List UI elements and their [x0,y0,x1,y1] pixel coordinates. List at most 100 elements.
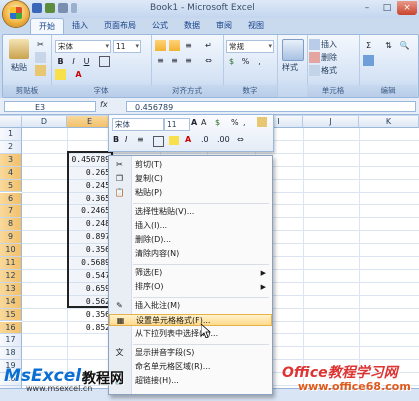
number-format-select[interactable]: 常规 [226,40,274,53]
menu-item-9[interactable]: ✎ 插入批注(M) [109,300,272,312]
styles-button-label[interactable]: 样式 [282,62,298,73]
mini-merge-icon[interactable]: ⇔ [237,135,244,144]
tab-review[interactable]: 审阅 [208,18,240,34]
cell-e16[interactable]: 0.852 [68,322,112,335]
menu-item-6[interactable]: 清除内容(N) [109,248,272,260]
column-header-k[interactable]: K [359,116,419,128]
mini-italic-button[interactable]: I [125,135,127,144]
format-painter-icon[interactable] [35,65,46,76]
cell-e5[interactable]: 0.245 [68,180,112,193]
border-icon[interactable] [99,56,110,67]
menu-item-1[interactable]: ❐ 复制(C) [109,173,272,185]
row-header-7[interactable]: 7 [0,205,22,219]
font-name-select[interactable]: 宋体 [55,40,111,53]
cell-e11[interactable]: 0.5689 [68,257,112,270]
row-header-13[interactable]: 13 [0,282,22,296]
row-header-15[interactable]: 15 [0,308,22,322]
insert-cells-button[interactable]: 插入 [321,39,337,50]
cell-e4[interactable]: 0.265 [68,167,112,180]
row-header-18[interactable]: 18 [0,347,22,361]
menu-item-10[interactable]: ▦ 设置单元格格式(F)... [109,314,272,326]
cell-e12[interactable]: 0.547 [68,270,112,283]
align-top-icon[interactable] [155,40,166,51]
autosum-icon[interactable]: Σ [363,40,374,51]
percent-button[interactable]: % [240,56,251,67]
formula-input[interactable]: 0.456789 [126,101,416,112]
menu-item-7[interactable]: 筛选(E) ▶ [109,267,272,279]
row-header-2[interactable]: 2 [0,140,22,154]
styles-icon[interactable] [282,39,304,61]
bold-button[interactable]: B [55,56,66,67]
menu-item-2[interactable]: 📋 粘贴(P) [109,187,272,199]
menu-item-13[interactable]: 命名单元格区域(R)... [109,361,272,373]
mini-bold-button[interactable]: B [113,135,119,144]
fill-icon[interactable] [363,55,374,66]
row-header-9[interactable]: 9 [0,231,22,245]
mini-size-select[interactable]: 11 [164,118,190,131]
minimize-button[interactable]: – [357,1,377,15]
cell-e15[interactable]: 0.356 [68,309,112,322]
save-icon[interactable] [32,3,42,13]
font-size-select[interactable]: 11 [113,40,141,53]
menu-item-14[interactable]: 🔗 超链接(H)... [109,375,272,387]
row-header-16[interactable]: 16 [0,321,22,335]
decrease-decimal-icon[interactable]: .00 [217,135,230,144]
cell-e14[interactable]: 0.562 [68,296,112,309]
undo-icon[interactable] [45,3,55,13]
maximize-button[interactable]: □ [377,1,397,15]
column-header-d[interactable]: D [22,116,67,128]
cell-e10[interactable]: 0.356 [68,244,112,257]
italic-button[interactable]: I [68,56,79,67]
office-button[interactable] [3,1,29,27]
align-left-icon[interactable]: ≡ [155,55,166,66]
sort-filter-icon[interactable]: ⇅ [383,40,394,51]
mini-comma-icon[interactable]: , [243,118,246,127]
menu-item-4[interactable]: 插入(I)... [109,220,272,232]
row-header-11[interactable]: 11 [0,257,22,270]
mini-border-icon[interactable] [153,136,164,147]
cell-e8[interactable]: 0.248 [68,218,112,231]
close-button[interactable]: × [397,1,417,15]
paste-icon[interactable] [9,39,29,59]
tab-page-layout[interactable]: 页面布局 [96,18,144,34]
cut-icon[interactable]: ✂ [35,39,46,50]
cell-e6[interactable]: 0.365 [68,193,112,206]
row-header-17[interactable]: 17 [0,334,22,348]
align-center-icon[interactable]: ≡ [169,55,180,66]
merge-center-icon[interactable]: ⇔ [203,55,214,66]
mini-font-color-icon[interactable]: A [185,135,191,144]
align-bottom-icon[interactable]: ≡ [183,40,194,51]
align-right-icon[interactable]: ≡ [183,55,194,66]
mini-fill-color-icon[interactable] [169,136,179,145]
row-header-12[interactable]: 12 [0,269,22,283]
cell-e7[interactable]: 0.2465 [68,205,112,218]
copy-icon[interactable] [35,52,46,63]
name-box[interactable]: E3 [4,101,96,112]
menu-item-11[interactable]: 从下拉列表中选择(K)... [109,328,272,340]
customize-qat-icon[interactable] [71,3,77,13]
row-header-1[interactable]: 1 [0,128,22,141]
row-header-5[interactable]: 5 [0,179,22,193]
grow-font-icon[interactable]: A [191,118,197,127]
row-header-14[interactable]: 14 [0,295,22,309]
underline-button[interactable]: U [81,56,92,67]
cell-e3[interactable]: 0.456789 [68,154,112,167]
redo-icon[interactable] [58,3,68,13]
increase-decimal-icon[interactable]: .0 [201,135,209,144]
currency-icon[interactable]: $ [226,56,237,67]
column-header-j[interactable]: J [303,116,359,128]
mini-currency-icon[interactable]: $ [215,118,220,127]
row-header-3[interactable]: 3 [0,153,22,167]
insert-function-button[interactable]: fx [100,100,124,112]
comma-style-icon[interactable]: , [254,56,265,67]
shrink-font-icon[interactable]: A [201,118,206,127]
cell-e13[interactable]: 0.659 [68,283,112,296]
menu-item-12[interactable]: 文 显示拼音字段(S) [109,347,272,359]
row-header-6[interactable]: 6 [0,192,22,206]
mini-percent-button[interactable]: % [231,118,239,127]
format-cells-button[interactable]: 格式 [321,65,337,76]
tab-home[interactable]: 开始 [30,18,64,35]
tab-view[interactable]: 视图 [240,18,272,34]
tab-formulas[interactable]: 公式 [144,18,176,34]
row-header-8[interactable]: 8 [0,218,22,232]
